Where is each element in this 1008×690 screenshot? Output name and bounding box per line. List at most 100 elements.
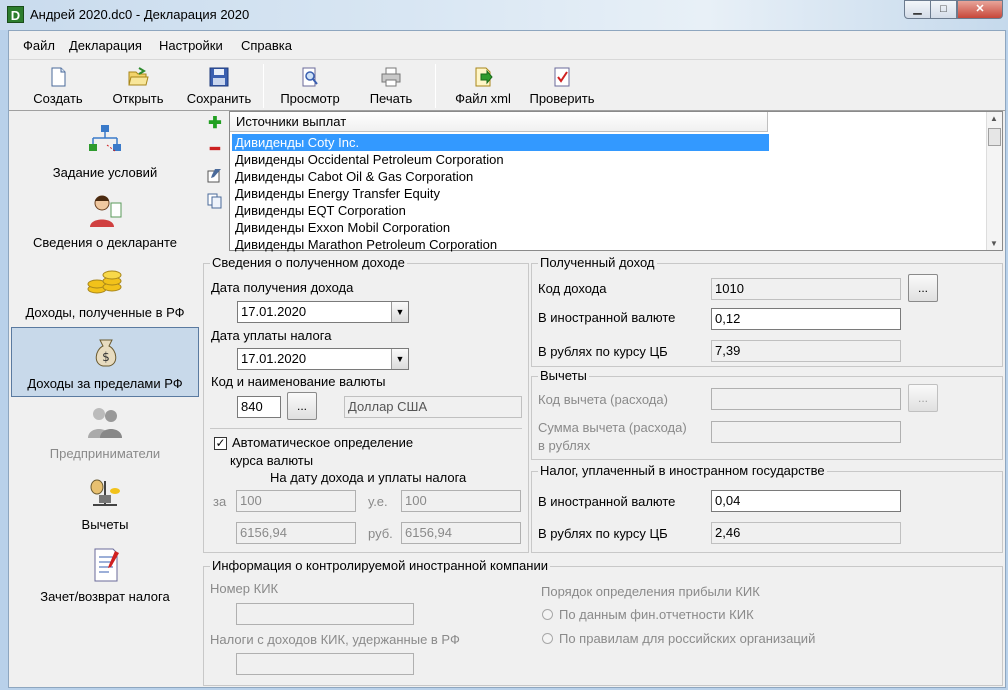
list-item[interactable]: Дивиденды Occidental Petroleum Corporati… [232, 151, 988, 168]
cfc-taxes-field [236, 653, 414, 675]
tax-foreign-field[interactable]: 0,04 [711, 490, 901, 512]
currency-code-field[interactable]: 840 [237, 396, 281, 418]
save-button[interactable]: Сохранить [183, 62, 255, 110]
profit-option-fin-radio [542, 609, 553, 620]
scroll-thumb[interactable] [988, 128, 1001, 146]
list-scrollbar[interactable]: ▲ ▼ [986, 112, 1002, 250]
print-label: Печать [369, 91, 413, 106]
sidebar-item-income-rf[interactable]: Доходы, полученные в РФ [11, 257, 199, 327]
app-window: D Андрей 2020.dc0 - Декларация 2020 ▁ □ … [0, 0, 1008, 690]
income-info-group: Сведения о полученном доходе Дата получе… [203, 255, 529, 553]
minimize-button[interactable]: ▁ [904, 0, 931, 19]
sidebar-item-label: Доходы за пределами РФ [27, 376, 183, 391]
sidebar-item-label: Зачет/возврат налога [40, 589, 170, 604]
preview-label: Просмотр [280, 91, 340, 106]
deduction-code-select-button: ... [908, 384, 938, 412]
profit-option-fin-label: По данным фин.отчетности КИК [559, 607, 754, 622]
open-label: Открыть [112, 91, 164, 106]
tax-foreign-label: В иностранной валюте [538, 494, 676, 509]
menu-file[interactable]: Файл [23, 38, 55, 53]
list-item[interactable]: Дивиденды EQT Corporation [232, 202, 988, 219]
deduction-sum-label: Сумма вычета (расхода) [538, 420, 687, 435]
list-rows: Дивиденды Coty Inc. Дивиденды Occidental… [232, 134, 988, 253]
rate-rub-field-2: 6156,94 [401, 522, 521, 544]
cfc-taxes-label: Налоги с доходов КИК, удержанные в РФ [210, 632, 460, 647]
floppy-disk-icon [209, 67, 229, 87]
printer-icon [381, 67, 401, 87]
deduction-sum-field [711, 421, 901, 443]
foreign-currency-label: В иностранной валюте [538, 310, 676, 325]
xml-file-label: Файл xml [455, 91, 511, 106]
auto-rate-checkbox[interactable]: ✓ [214, 437, 227, 450]
sidebar-item-declarant[interactable]: Сведения о декларанте [11, 187, 199, 257]
preview-icon [302, 67, 318, 87]
sidebar-item-label: Предприниматели [49, 446, 161, 461]
deduction-sum-label-2: в рублях [538, 438, 591, 453]
currency-label: Код и наименование валюты [211, 374, 386, 389]
rate-rub-field-1: 6156,94 [236, 522, 356, 544]
check-button[interactable]: Проверить [525, 62, 599, 110]
sidebar-item-deductions[interactable]: Вычеты [11, 469, 199, 539]
date-received-value: 17.01.2020 [241, 304, 307, 319]
sidebar-item-entrepreneurs[interactable]: Предприниматели [11, 398, 199, 468]
rub-cb-field: 7,39 [711, 340, 901, 362]
chevron-down-icon[interactable]: ▼ [391, 349, 408, 369]
currency-name-field: Доллар США [344, 396, 522, 418]
maximize-button[interactable]: □ [930, 0, 957, 19]
income-code-label: Код дохода [538, 281, 607, 296]
document-icon [94, 548, 119, 582]
title-bar[interactable]: D Андрей 2020.dc0 - Декларация 2020 ▁ □ … [0, 0, 1008, 30]
sidebar-item-conditions[interactable]: Задание условий [11, 117, 199, 187]
preview-button[interactable]: Просмотр [275, 62, 345, 110]
list-header[interactable]: Источники выплат [230, 112, 768, 132]
save-label: Сохранить [186, 91, 252, 106]
tax-paid-date-label: Дата уплаты налога [211, 328, 332, 343]
sidebar-item-income-abroad[interactable]: $ Доходы за пределами РФ [11, 327, 199, 397]
profit-option-rf-radio [542, 633, 553, 644]
edit-icon [207, 169, 221, 183]
copy-icon [207, 193, 222, 209]
menu-declaration[interactable]: Декларация [69, 38, 142, 53]
list-item[interactable]: Дивиденды Energy Transfer Equity [232, 185, 988, 202]
currency-select-button[interactable]: ... [287, 392, 317, 420]
list-item[interactable]: Дивиденды Cabot Oil & Gas Corporation [232, 168, 988, 185]
create-button[interactable]: Создать [25, 62, 91, 110]
tax-paid-date-combo[interactable]: 17.01.2020 ▼ [237, 348, 409, 370]
payment-sources-list[interactable]: Источники выплат Дивиденды Coty Inc. Див… [229, 111, 1003, 253]
list-item[interactable]: Дивиденды Coty Inc. [232, 134, 769, 151]
ue-units-field: 100 [401, 490, 521, 512]
xml-file-button[interactable]: Файл xml [449, 62, 517, 110]
sidebar-item-tax-refund[interactable]: Зачет/возврат налога [11, 541, 199, 611]
rub-label: руб. [368, 526, 393, 541]
menu-settings[interactable]: Настройки [159, 38, 223, 53]
tax-rub-label: В рублях по курсу ЦБ [538, 526, 668, 541]
chevron-down-icon[interactable]: ▼ [391, 302, 408, 322]
print-button[interactable]: Печать [359, 62, 423, 110]
list-item[interactable]: Дивиденды Marathon Petroleum Corporation [232, 236, 988, 253]
list-item[interactable]: Дивиденды Exxon Mobil Corporation [232, 219, 988, 236]
deductions-group: Вычеты Код вычета (расхода) ... Сумма вы… [531, 368, 1003, 460]
menu-help[interactable]: Справка [241, 38, 292, 53]
sidebar-item-label: Вычеты [81, 517, 129, 532]
add-source-button[interactable]: ✚ [205, 115, 225, 133]
edit-source-button[interactable] [205, 167, 225, 185]
plus-icon: ✚ [208, 115, 222, 132]
svg-text:$: $ [102, 350, 110, 364]
on-date-label: На дату дохода и уплаты налога [270, 470, 467, 485]
received-income-group: Полученный доход Код дохода 1010 ... В и… [531, 255, 1003, 367]
businessmen-icon [88, 408, 122, 438]
scroll-up-icon[interactable]: ▲ [990, 114, 998, 123]
tax-rub-field: 2,46 [711, 522, 901, 544]
foreign-currency-field[interactable]: 0,12 [711, 308, 901, 330]
open-button[interactable]: Открыть [105, 62, 171, 110]
copy-source-button[interactable] [205, 193, 225, 211]
scroll-down-icon[interactable]: ▼ [990, 239, 998, 248]
per-label: за [213, 494, 227, 509]
ue-label: у.е. [368, 494, 388, 509]
export-xml-icon [475, 67, 493, 87]
close-button[interactable]: ✕ [957, 0, 1003, 19]
remove-source-button[interactable]: ━ [205, 141, 225, 159]
date-received-combo[interactable]: 17.01.2020 ▼ [237, 301, 409, 323]
income-code-select-button[interactable]: ... [908, 274, 938, 302]
menu-bar: Файл Декларация Настройки Справка [9, 35, 1005, 57]
